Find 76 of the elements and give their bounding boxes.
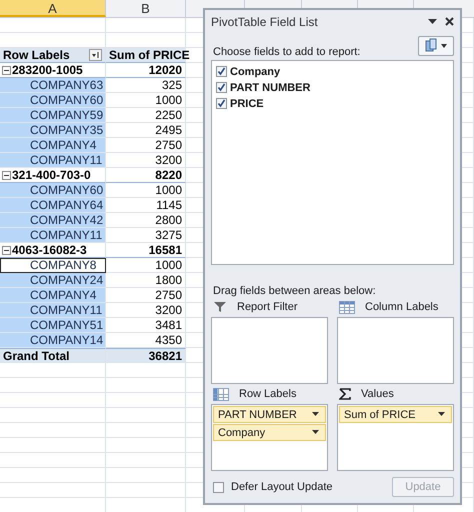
table-cell: 36821 xyxy=(106,348,186,363)
group-label: 4063-16082-3 xyxy=(12,243,87,257)
area-label: Row Labels xyxy=(239,388,296,400)
area-label: Column Labels xyxy=(365,301,438,313)
column-header[interactable]: B xyxy=(106,0,186,17)
field-label[interactable]: PART NUMBER xyxy=(230,82,310,94)
table-cell[interactable]: COMPANY42 xyxy=(0,213,106,228)
table-cell: 3200 xyxy=(106,303,186,318)
choose-fields-label: Choose fields to add to report: xyxy=(213,46,360,58)
sigma-icon xyxy=(339,388,351,400)
panel-title: PivotTable Field List xyxy=(211,14,319,29)
area-label: Report Filter xyxy=(237,301,298,313)
table-cell: 12020 xyxy=(106,63,186,78)
dropdown-icon[interactable] xyxy=(312,430,319,435)
field-chip[interactable]: Sum of PRICE xyxy=(339,406,452,423)
row-grid-icon xyxy=(213,388,229,400)
table-cell[interactable]: COMPANY4 xyxy=(0,288,106,303)
column-grid-icon xyxy=(339,300,355,314)
column-header[interactable]: A xyxy=(0,0,106,17)
field-label[interactable]: PRICE xyxy=(230,98,264,110)
table-cell: 1000 xyxy=(106,258,186,273)
dropdown-icon[interactable] xyxy=(438,412,445,417)
filter-icon xyxy=(213,301,227,313)
table-cell[interactable]: COMPANY59 xyxy=(0,108,106,123)
table-cell: 2750 xyxy=(106,288,186,303)
table-cell: 1145 xyxy=(106,198,186,213)
table-cell[interactable]: COMPANY4 xyxy=(0,138,106,153)
table-cell[interactable]: COMPANY64 xyxy=(0,198,106,213)
table-cell: 3481 xyxy=(106,318,186,333)
checkbox[interactable] xyxy=(216,82,227,94)
table-cell[interactable]: COMPANY60 xyxy=(0,93,106,108)
table-cell: Grand Total xyxy=(0,348,106,363)
table-cell: 8220 xyxy=(106,168,186,183)
filter-dropdown-icon[interactable] xyxy=(89,49,102,61)
drop-area[interactable]: PART NUMBER Company xyxy=(211,404,328,471)
table-cell[interactable]: COMPANY8 xyxy=(0,258,106,273)
field-chip[interactable]: PART NUMBER xyxy=(213,406,326,423)
table-cell[interactable]: COMPANY14 xyxy=(0,333,106,348)
group-label: 283200-1005 xyxy=(12,63,83,77)
table-cell: 3200 xyxy=(106,153,186,168)
table-cell: 1800 xyxy=(106,273,186,288)
table-cell[interactable]: COMPANY35 xyxy=(0,123,106,138)
table-cell[interactable]: COMPANY24 xyxy=(0,273,106,288)
checkbox[interactable] xyxy=(216,98,227,110)
layout-icon xyxy=(423,38,449,54)
table-cell: 2750 xyxy=(106,138,186,153)
collapse-icon[interactable] xyxy=(2,66,11,74)
table-cell: 16581 xyxy=(106,243,186,258)
drag-fields-label: Drag fields between areas below: xyxy=(212,285,377,297)
dropdown-icon[interactable] xyxy=(312,412,319,417)
defer-layout-label[interactable]: Defer Layout Update xyxy=(231,481,333,493)
table-cell[interactable]: COMPANY11 xyxy=(0,303,106,318)
table-cell[interactable]: COMPANY63 xyxy=(0,78,106,93)
close-icon[interactable] xyxy=(445,17,454,26)
collapse-icon[interactable] xyxy=(2,246,11,254)
table-cell: 2800 xyxy=(106,213,186,228)
table-cell: 1000 xyxy=(106,183,186,198)
table-cell: 3275 xyxy=(106,228,186,243)
checkbox[interactable] xyxy=(213,482,224,492)
field-label[interactable]: Company xyxy=(230,66,280,78)
table-cell[interactable]: COMPANY51 xyxy=(0,318,106,333)
field-chip[interactable]: Company xyxy=(213,424,326,441)
table-cell[interactable]: COMPANY11 xyxy=(0,153,106,168)
collapse-icon[interactable] xyxy=(2,170,11,180)
table-cell: 2250 xyxy=(106,108,186,123)
checkbox[interactable] xyxy=(216,66,227,78)
table-cell[interactable]: COMPANY11 xyxy=(0,228,106,243)
table-cell[interactable]: COMPANY60 xyxy=(0,183,106,198)
table-cell: 2495 xyxy=(106,123,186,138)
area-label: Values xyxy=(361,388,394,400)
group-label: 321-400-703-0 xyxy=(12,168,91,182)
table-cell: 1000 xyxy=(106,93,186,108)
drop-area[interactable]: Sum of PRICE xyxy=(337,404,454,471)
table-cell: 325 xyxy=(106,78,186,93)
row-labels-header: Row Labels xyxy=(3,48,70,62)
layout-button[interactable] xyxy=(418,36,454,56)
